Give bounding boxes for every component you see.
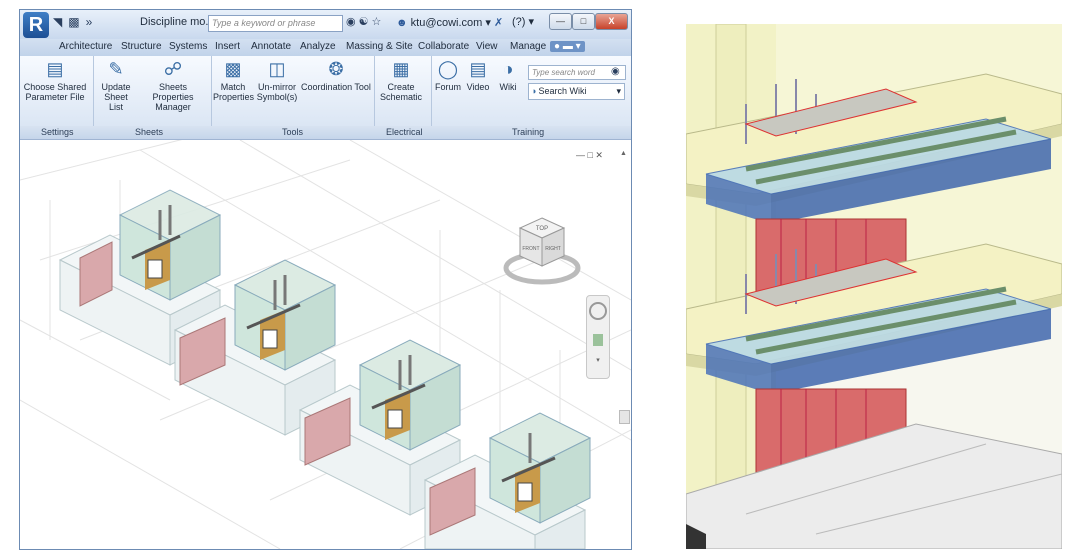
- coordination-tool-label: Coordination Tool: [301, 82, 371, 92]
- title-bar: R ◥ ▩ » Discipline mo... Type a keyword or…: [20, 10, 631, 39]
- navigation-bar[interactable]: ▾: [586, 295, 610, 379]
- panel-sheets[interactable]: Sheets: [135, 127, 163, 137]
- schematic-icon: ▦: [392, 59, 410, 79]
- viewcube-front-label: FRONT: [522, 246, 539, 252]
- tab-structure[interactable]: Structure: [121, 41, 162, 52]
- binoculars-icon[interactable]: ◉: [346, 16, 356, 28]
- open-icon[interactable]: ◥: [53, 15, 62, 29]
- manager-label: Manager: [155, 102, 191, 112]
- minimize-button[interactable]: —: [549, 13, 572, 30]
- tab-collaborate[interactable]: Collaborate: [418, 41, 469, 52]
- addins-tab-icons[interactable]: ● ▬ ▾: [550, 41, 585, 52]
- binoculars-search-icon[interactable]: ◉: [611, 66, 620, 77]
- viewcube[interactable]: TOP FRONT RIGHT: [502, 210, 582, 290]
- video-label: Video: [466, 82, 490, 92]
- parameter-file-label: Parameter File: [25, 92, 85, 102]
- scrollbar-up-arrow[interactable]: ▲: [620, 150, 627, 157]
- tab-analyze[interactable]: Analyze: [300, 41, 336, 52]
- search-wiki-label: Search Wiki: [538, 86, 587, 96]
- schematic-label: Schematic: [379, 92, 423, 102]
- zoom-icon[interactable]: [593, 334, 603, 346]
- document-title: Discipline mo...: [140, 16, 215, 28]
- properties-label: Properties: [213, 92, 255, 102]
- view-window-controls[interactable]: — □ ✕: [576, 150, 603, 161]
- viewcube-right-label: RIGHT: [545, 246, 561, 252]
- update-sheet-list-button[interactable]: ✎ Update Sheet List: [96, 56, 136, 112]
- mep-model-render: [686, 24, 1062, 549]
- search-wiki-dropdown[interactable]: ◑ Search Wiki ▾: [528, 83, 625, 100]
- user-account[interactable]: ☻ ktu@cowi.com ▾ ✗: [396, 16, 503, 29]
- tab-manage[interactable]: Manage: [510, 41, 546, 52]
- coordination-icon: ❂: [328, 59, 344, 79]
- speech-bubble-icon: ◯: [437, 59, 459, 79]
- steering-wheel-icon[interactable]: [589, 302, 607, 320]
- help-label: ?: [515, 16, 522, 28]
- ribbon-tabs: Architecture Structure Systems Insert An…: [20, 39, 631, 56]
- user-email: ktu@cowi.com: [410, 17, 483, 29]
- video-button[interactable]: ▤ Video: [464, 56, 492, 92]
- help-button[interactable]: (?) ▾: [512, 15, 534, 28]
- panel-training[interactable]: Training: [512, 127, 544, 137]
- model-view[interactable]: [20, 129, 631, 549]
- chevron-down-icon: ▾: [616, 86, 621, 96]
- unmirror-label: Un-mirror: [258, 82, 296, 92]
- tab-massing-site[interactable]: Massing & Site: [346, 41, 413, 52]
- mep-render-image: [686, 24, 1062, 549]
- tab-architecture[interactable]: Architecture: [59, 41, 112, 52]
- unmirror-symbols-button[interactable]: ◫ Un-mirror Symbol(s): [255, 56, 299, 102]
- choose-shared-parameter-file-button[interactable]: ▤ Choose Shared Parameter File: [22, 56, 88, 102]
- ribbon-panel-labels: Settings Sheets Tools Electrical Trainin…: [20, 126, 631, 140]
- create-schematic-button[interactable]: ▦ Create Schematic: [377, 56, 425, 102]
- tab-systems[interactable]: Systems: [169, 41, 207, 52]
- bathroom-pod-4[interactable]: [423, 412, 592, 549]
- choose-shared-label: Choose Shared: [23, 82, 87, 92]
- forum-label: Forum: [434, 82, 461, 92]
- shared-parameter-icon: ▤: [46, 59, 64, 79]
- star-icon[interactable]: ☆: [371, 16, 381, 28]
- sheet-list-label: Sheet List: [104, 92, 128, 112]
- revit-window: R ◥ ▩ » Discipline mo... Type a keyword or…: [19, 9, 632, 550]
- tab-insert[interactable]: Insert: [215, 41, 240, 52]
- panel-electrical[interactable]: Electrical: [386, 127, 423, 137]
- coordination-tool-button[interactable]: ❂ Coordination Tool: [301, 56, 371, 92]
- vertical-scrollbar-thumb[interactable]: [619, 410, 630, 424]
- exchange-icon[interactable]: ✗: [494, 17, 503, 29]
- application-menu-button[interactable]: R: [23, 12, 49, 38]
- chevron-down-icon[interactable]: ▾: [587, 356, 609, 364]
- more-icon[interactable]: »: [86, 15, 93, 29]
- match-properties-button[interactable]: ▩ Match Properties: [213, 56, 255, 102]
- match-properties-icon: ▩: [224, 59, 242, 79]
- wiki-button[interactable]: ◑ Wiki: [494, 56, 522, 92]
- forum-button[interactable]: ◯ Forum: [434, 56, 462, 92]
- globe-icon: ◑: [502, 59, 514, 79]
- subscription-icon[interactable]: ☯: [359, 16, 369, 28]
- update-label: Update: [101, 82, 131, 92]
- panel-settings[interactable]: Settings: [41, 127, 74, 137]
- film-icon: ▤: [469, 59, 487, 79]
- create-label: Create: [387, 82, 415, 92]
- unmirror-icon: ◫: [268, 59, 286, 79]
- sheets-properties-manager-button[interactable]: ☍ Sheets Properties Manager: [138, 56, 208, 112]
- 3d-view-canvas[interactable]: — □ ✕ ▲ TOP FRONT RIGHT ▾: [20, 129, 631, 549]
- viewcube-top-label: TOP: [536, 226, 548, 232]
- quick-access-toolbar: ◥ ▩ »: [53, 15, 98, 29]
- symbols-label: Symbol(s): [256, 92, 298, 102]
- close-button[interactable]: X: [595, 13, 628, 30]
- maximize-button[interactable]: □: [572, 13, 595, 30]
- wiki-globe-icon: ◑: [531, 86, 537, 96]
- save-icon[interactable]: ▩: [68, 15, 79, 29]
- sheets-properties-label: Sheets Properties: [152, 82, 194, 102]
- panel-tools[interactable]: Tools: [282, 127, 303, 137]
- infocenter-icons: ◉ ☯ ☆: [346, 15, 384, 28]
- wiki-label: Wiki: [499, 82, 517, 92]
- tab-view[interactable]: View: [476, 41, 498, 52]
- sheet-list-icon: ✎: [108, 59, 124, 79]
- match-label: Match: [220, 82, 246, 92]
- sheet-properties-icon: ☍: [163, 59, 183, 79]
- tab-annotate[interactable]: Annotate: [251, 41, 291, 52]
- user-icon: ☻: [396, 17, 408, 29]
- keyword-search-input[interactable]: Type a keyword or phrase: [208, 15, 343, 32]
